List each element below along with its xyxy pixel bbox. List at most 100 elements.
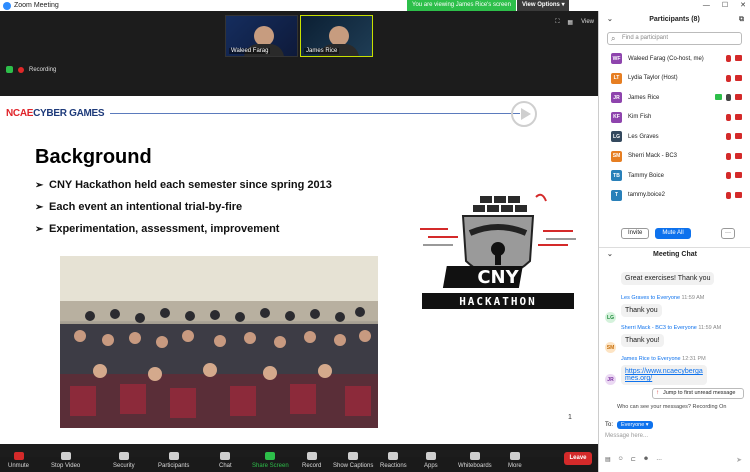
recipient: to Everyone [651, 356, 681, 362]
recipient-select[interactable]: Everyone ▾ [617, 421, 653, 429]
chat-link[interactable]: https://www.ncaecybergames.org/ [625, 368, 703, 382]
view-button[interactable]: View [581, 19, 594, 26]
brand-logo: NCAECYBER GAMES [6, 108, 105, 119]
share-screen-button[interactable]: Share Screen [252, 446, 289, 472]
camera-off-icon [735, 55, 742, 61]
chat-recipient-row: To: Everyone ▾ [605, 421, 653, 429]
participant-row[interactable]: KF Kim Fish [599, 108, 750, 128]
send-icon[interactable]: ➤ [736, 456, 742, 464]
reactions-label: Reactions [380, 463, 407, 469]
collapse-chevron-icon[interactable]: ⌄ [607, 248, 613, 262]
who-can-see-link[interactable]: Who can see your messages? Recording On [617, 404, 726, 410]
file-icon[interactable]: ▤ [605, 456, 611, 463]
shared-screen-slide: NCAECYBER GAMES Background ➢ CNY Hackatho… [0, 96, 598, 444]
record-button[interactable]: Record [302, 446, 321, 472]
participant-row[interactable]: JR James Rice [599, 88, 750, 108]
minimize-button[interactable]: — [703, 0, 710, 11]
reactions-button[interactable]: Reactions [380, 446, 407, 472]
cc-icon[interactable]: ⊏ [631, 456, 636, 463]
encryption-shield-icon [6, 66, 13, 73]
leave-button[interactable]: Leave [564, 452, 592, 465]
collapse-chevron-icon[interactable]: ⌄ [607, 11, 613, 29]
participant-search-input[interactable]: Find a participant [607, 32, 742, 45]
participant-face [254, 26, 274, 46]
participants-button[interactable]: Participants [158, 446, 189, 472]
logo-text-hackathon: HACKATHON [459, 295, 537, 308]
reaction-icon [388, 452, 399, 460]
participant-status-icons [726, 55, 742, 62]
security-label: Security [113, 463, 135, 469]
jump-to-unread-button[interactable]: Jump to first unread message [652, 388, 744, 399]
message-time: 11:59 AM [681, 295, 705, 301]
avatar: KF [611, 111, 622, 123]
recipient-select-value: Everyone [621, 422, 645, 428]
logo-text-cny: CNY [477, 267, 519, 288]
bullet-arrow-icon: ➢ [35, 179, 44, 191]
record-label: Record [302, 463, 322, 469]
more-icon[interactable]: … [656, 456, 662, 463]
bullet-arrow-icon: ➢ [35, 223, 44, 235]
participant-row[interactable]: Ttammy.boice2 [599, 186, 750, 206]
apps-button[interactable]: Apps [424, 446, 438, 472]
popout-icon[interactable]: ⧉ [739, 11, 744, 29]
chat-message: Thank you [621, 304, 662, 317]
show-captions-button[interactable]: Show Captions [333, 446, 373, 472]
unmute-label: Unmute [8, 463, 30, 469]
participant-row[interactable]: SM Sherri Mack - BC3 [599, 147, 750, 167]
mute-all-button[interactable]: Mute All [655, 227, 691, 239]
participant-row[interactable]: WF Waleed Farag (Co-host, me) [599, 49, 750, 69]
invite-button[interactable]: Invite [621, 227, 650, 239]
participant-row[interactable]: TB Tammy Boice [599, 166, 750, 186]
close-button[interactable]: ✕ [740, 0, 746, 11]
avatar: JR [605, 374, 616, 385]
whiteboards-button[interactable]: Whiteboards [458, 446, 492, 472]
stop-video-button[interactable]: Stop Video [51, 446, 80, 472]
emoji2-icon[interactable]: ☻ [643, 456, 649, 463]
security-button[interactable]: Security [113, 446, 135, 472]
brand-prefix: NCAE [6, 108, 34, 119]
viewing-banner: You are viewing James Rice's screen [407, 0, 516, 11]
chat-message-input[interactable]: Message here... [605, 433, 648, 439]
participant-name: Kim Fish [628, 114, 652, 121]
camera-off-icon [735, 191, 742, 198]
bullet-text: CNY Hackathon held each semester since s… [49, 179, 332, 191]
mic-muted-icon [726, 191, 731, 199]
participant-status-icons [726, 74, 742, 82]
video-thumbnail[interactable]: Waleed Farag [225, 15, 298, 57]
right-sidebar: ⌄ Participants (8) ⧉ Find a participant … [598, 11, 750, 472]
mic-muted-icon [726, 113, 731, 121]
whiteboard-icon [469, 452, 480, 460]
message-time: 11:59 AM [698, 325, 722, 331]
chat-label: Chat [219, 463, 232, 469]
zoom-logo-icon [3, 1, 11, 10]
more-button[interactable]: More [508, 446, 522, 472]
people-icon [168, 452, 179, 460]
app-title: Zoom Meeting [14, 2, 59, 9]
unmute-button[interactable]: Unmute [8, 446, 29, 472]
emoji-icon[interactable]: ☺ [618, 456, 624, 463]
share-screen-icon [265, 452, 276, 460]
video-thumbnail-active[interactable]: James Rice [300, 15, 373, 57]
zoom-window: Zoom Meeting You are viewing James Rice'… [0, 0, 750, 472]
brand-divider [110, 113, 520, 114]
title-bar: Zoom Meeting You are viewing James Rice'… [0, 0, 750, 11]
chat-button[interactable]: Chat [219, 446, 232, 472]
fullscreen-icon[interactable]: ⛶ [555, 19, 559, 26]
participant-row[interactable]: LT Lydia Taylor (Host) [599, 69, 750, 89]
participant-name: Lydia Taylor (Host) [628, 75, 678, 82]
avatar: SM [611, 150, 622, 162]
recording-label[interactable]: Recording [29, 67, 56, 73]
participant-row[interactable]: LG Les Graves [599, 127, 750, 147]
maximize-button[interactable]: ☐ [722, 0, 728, 11]
participants-header: ⌄ Participants (8) ⧉ [599, 11, 750, 29]
participant-status-icons [726, 133, 742, 140]
participant-name: tammy.boice2 [628, 192, 665, 199]
bullet-item: ➢ CNY Hackathon held each semester since … [35, 174, 332, 196]
cc-icon [348, 452, 359, 460]
more-label: More [508, 463, 522, 469]
participants-more-button[interactable]: ··· [721, 227, 735, 239]
hackathon-crowd-photo [60, 256, 378, 428]
bullet-text: Experimentation, assessment, improvement [49, 223, 280, 235]
grid-icon[interactable]: ▦ [567, 19, 573, 26]
view-options-button[interactable]: View Options ▾ [517, 0, 569, 11]
